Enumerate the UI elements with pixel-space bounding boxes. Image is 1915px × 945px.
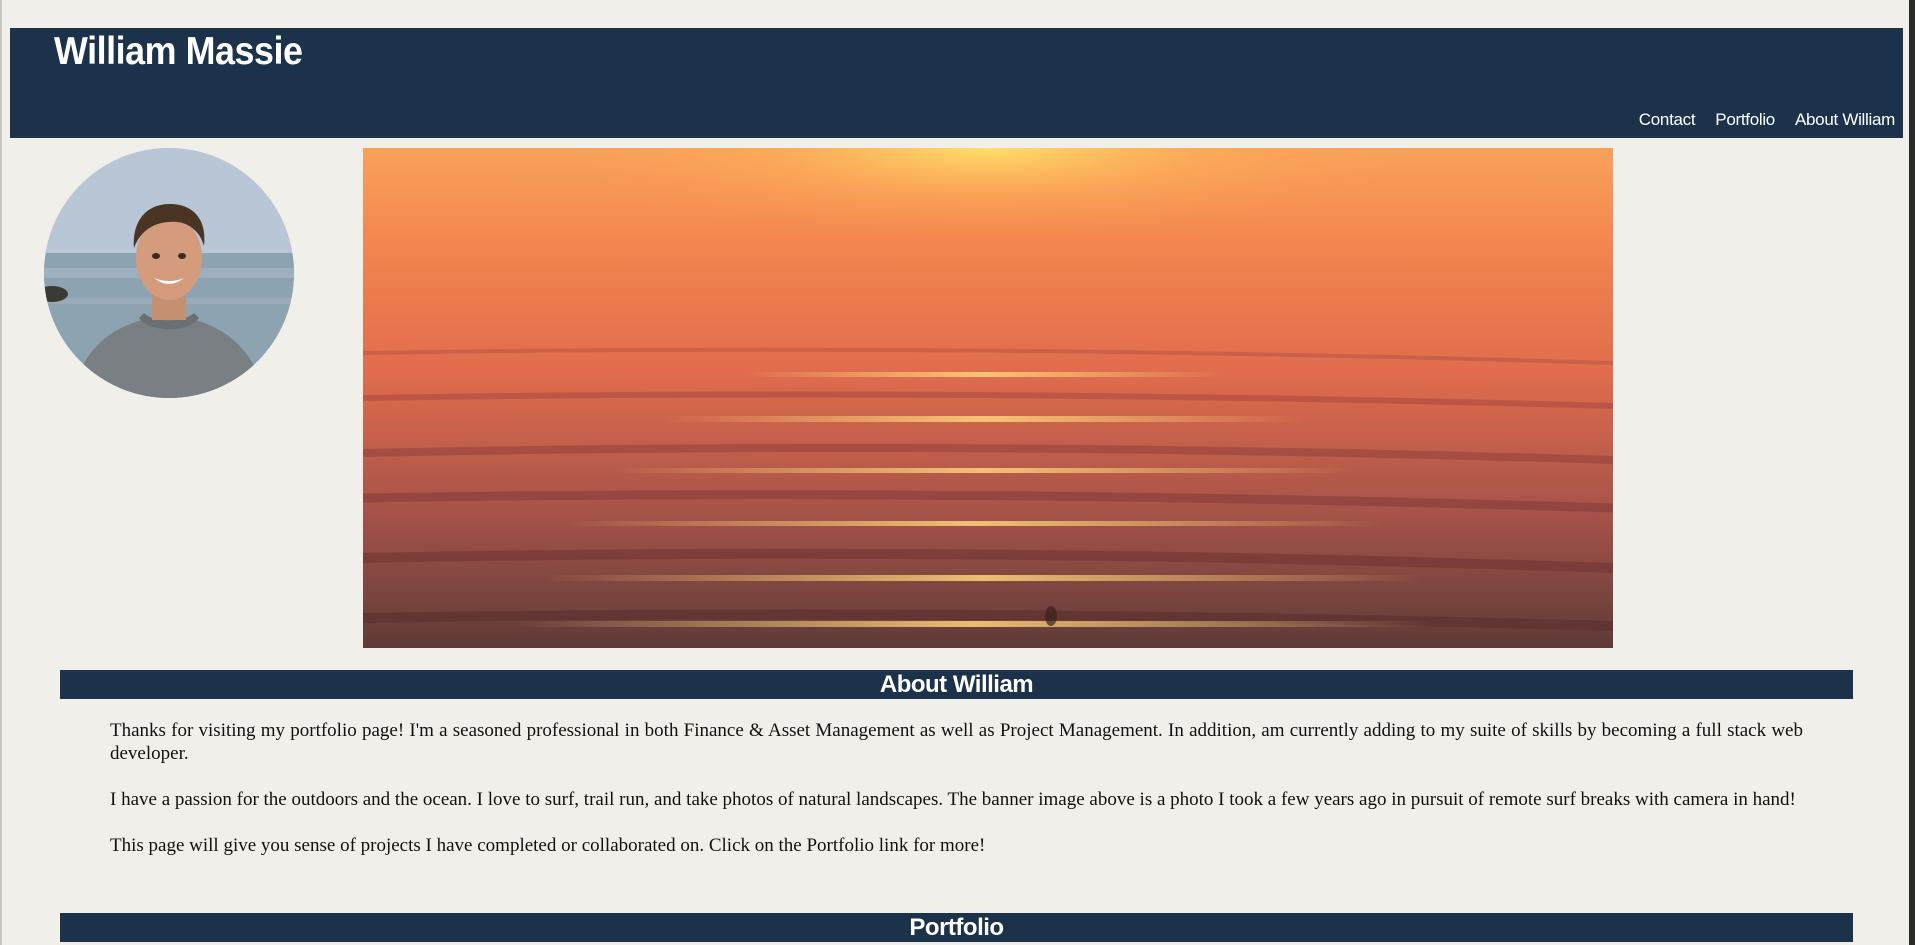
sunset-ocean-illustration — [363, 148, 1613, 648]
banner-image — [363, 148, 1613, 648]
site-header: William Massie Contact Portfolio About W… — [10, 28, 1903, 138]
portfolio-heading: Portfolio — [909, 914, 1004, 941]
nav-link-contact[interactable]: Contact — [1639, 110, 1696, 130]
about-paragraph: Thanks for visiting my portfolio page! I… — [110, 720, 1803, 764]
main-nav: Contact Portfolio About William — [1639, 110, 1896, 130]
about-section-header: About William — [60, 670, 1853, 699]
profile-photo-illustration — [44, 148, 294, 398]
about-paragraph: I have a passion for the outdoors and th… — [110, 789, 1796, 810]
page: William Massie Contact Portfolio About W… — [0, 0, 1915, 945]
window-left-edge — [0, 0, 2, 945]
about-paragraph: This page will give you sense of project… — [110, 835, 986, 856]
about-content: Thanks for visiting my portfolio page! I… — [110, 719, 1803, 880]
about-heading: About William — [879, 671, 1034, 698]
window-right-edge — [1909, 0, 1915, 945]
site-title: William Massie — [54, 30, 303, 73]
profile-photo — [44, 148, 294, 398]
nav-link-about[interactable]: About William — [1795, 110, 1895, 130]
portfolio-section-header: Portfolio — [60, 913, 1853, 942]
nav-link-portfolio[interactable]: Portfolio — [1715, 110, 1775, 130]
